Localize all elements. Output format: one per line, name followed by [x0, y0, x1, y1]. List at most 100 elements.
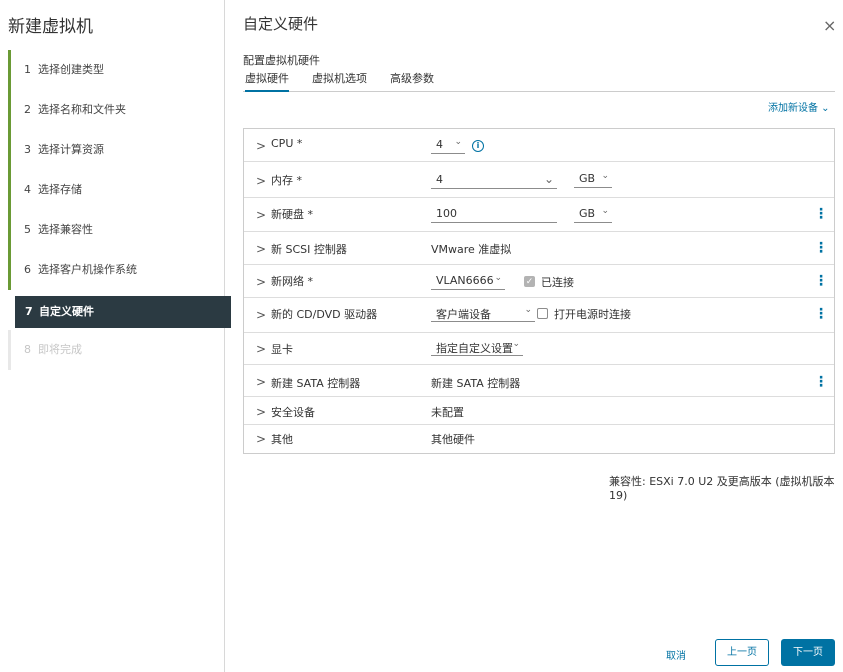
- hardware-row-security: > 安全设备 未配置: [244, 397, 834, 425]
- hardware-row-sata: > 新建 SATA 控制器 新建 SATA 控制器 ⋮: [244, 365, 834, 397]
- hardware-row-video: > 显卡 指定自定义设置 ⌄: [244, 333, 834, 365]
- chevron-right-icon[interactable]: >: [256, 242, 266, 256]
- step-5[interactable]: 5 选择兼容性: [8, 210, 225, 250]
- chevron-right-icon[interactable]: >: [256, 174, 266, 188]
- hardware-row-cdrom: > 新的 CD/DVD 驱动器 客户端设备 ⌄ 打开电源时连接 ⋮: [244, 298, 834, 333]
- memory-unit-select[interactable]: GB ⌄: [574, 171, 612, 188]
- chevron-down-icon: ⌄: [601, 206, 609, 216]
- compatibility-text: 兼容性: ESXi 7.0 U2 及更高版本 (虚拟机版本 19): [609, 475, 835, 502]
- power-on-connect-label: 打开电源时连接: [554, 308, 631, 321]
- chevron-right-icon[interactable]: >: [256, 375, 266, 389]
- chevron-right-icon[interactable]: >: [256, 432, 266, 446]
- vertical-ellipsis-icon[interactable]: ⋮: [814, 306, 828, 322]
- step-1[interactable]: 1 选择创建类型: [8, 50, 225, 90]
- hardware-row-memory: > 内存 * 4 ⌄ GB ⌄: [244, 162, 834, 198]
- disk-size-input[interactable]: 100: [431, 205, 557, 223]
- sata-value: 新建 SATA 控制器: [431, 377, 521, 390]
- disk-unit-select[interactable]: GB ⌄: [574, 206, 612, 223]
- tab-vm-options[interactable]: 虚拟机选项: [312, 70, 367, 92]
- add-new-device-button[interactable]: 添加新设备 ⌄: [768, 99, 830, 114]
- step-number: 2: [24, 103, 31, 116]
- step-3[interactable]: 3 选择计算资源: [8, 130, 225, 170]
- video-label: 显卡: [271, 343, 293, 356]
- other-value: 其他硬件: [431, 433, 475, 446]
- vertical-ellipsis-icon[interactable]: ⋮: [814, 273, 828, 289]
- hardware-row-disk: > 新硬盘 * 100 GB ⌄ ⋮: [244, 198, 834, 232]
- page-subtitle: 配置虚拟机硬件: [243, 54, 320, 67]
- step-number: 5: [24, 223, 31, 236]
- main-panel: 自定义硬件 × 配置虚拟机硬件 虚拟硬件 虚拟机选项 高级参数 添加新设备 ⌄ …: [226, 0, 843, 672]
- tab-virtual-hardware[interactable]: 虚拟硬件: [245, 70, 289, 92]
- cancel-button[interactable]: 取消: [666, 647, 686, 662]
- tab-bar: 虚拟硬件 虚拟机选项 高级参数: [243, 70, 835, 92]
- info-icon[interactable]: i: [472, 140, 484, 152]
- cpu-value: 4: [436, 138, 443, 151]
- next-button[interactable]: 下一页: [781, 639, 835, 666]
- memory-combobox[interactable]: 4 ⌄: [431, 171, 557, 189]
- step-label: 选择创建类型: [38, 63, 104, 76]
- disk-unit: GB: [579, 207, 596, 220]
- step-progress-bar: [8, 130, 11, 170]
- chevron-right-icon[interactable]: >: [256, 208, 266, 222]
- cpu-select[interactable]: 4 ⌄: [431, 137, 465, 154]
- vertical-ellipsis-icon[interactable]: ⋮: [814, 240, 828, 256]
- chevron-down-icon: ⌄: [524, 305, 532, 315]
- scsi-label: 新 SCSI 控制器: [271, 243, 347, 256]
- network-label: 新网络 *: [271, 275, 313, 288]
- connected-checkbox[interactable]: ✓: [524, 276, 535, 287]
- step-2[interactable]: 2 选择名称和文件夹: [8, 90, 225, 130]
- chevron-down-icon: ⌄: [512, 339, 520, 349]
- step-6[interactable]: 6 选择客户机操作系统: [8, 250, 225, 290]
- other-label: 其他: [271, 433, 293, 446]
- step-label: 自定义硬件: [39, 305, 94, 318]
- step-progress-bar: [8, 170, 11, 210]
- wizard-sidebar: 新建虚拟机 1 选择创建类型 2 选择名称和文件夹 3 选择计算资源 4 选择存储 5选…: [0, 0, 231, 672]
- step-4[interactable]: 4 选择存储: [8, 170, 225, 210]
- memory-unit: GB: [579, 172, 596, 185]
- step-number: 6: [24, 263, 31, 276]
- chevron-right-icon[interactable]: >: [256, 405, 266, 419]
- chevron-down-icon[interactable]: ⌄: [544, 170, 554, 188]
- step-label: 选择名称和文件夹: [38, 103, 126, 116]
- chevron-down-icon: ⌄: [454, 137, 462, 147]
- chevron-down-icon: ⌄: [494, 273, 502, 283]
- video-select[interactable]: 指定自定义设置 ⌄: [431, 339, 523, 356]
- wizard-title: 新建虚拟机: [8, 17, 93, 37]
- security-label: 安全设备: [271, 406, 315, 419]
- step-7-active[interactable]: 7 自定义硬件: [15, 296, 231, 328]
- network-value: VLAN6666: [436, 274, 494, 287]
- cdrom-label: 新的 CD/DVD 驱动器: [271, 308, 378, 321]
- step-label: 选择客户机操作系统: [38, 263, 137, 276]
- vertical-ellipsis-icon[interactable]: ⋮: [814, 206, 828, 222]
- hardware-row-cpu: > CPU * 4 ⌄ i: [244, 129, 834, 162]
- security-value: 未配置: [431, 406, 464, 419]
- step-progress-bar: [8, 50, 11, 90]
- hardware-row-other: > 其他 其他硬件: [244, 425, 834, 453]
- hardware-row-scsi: > 新 SCSI 控制器 VMware 准虚拟 ⋮: [244, 232, 834, 265]
- chevron-right-icon[interactable]: >: [256, 275, 266, 289]
- chevron-right-icon[interactable]: >: [256, 139, 266, 153]
- video-value: 指定自定义设置: [436, 342, 513, 355]
- step-progress-bar: [8, 90, 11, 130]
- step-number: 1: [24, 63, 31, 76]
- step-number: 8: [24, 343, 31, 356]
- sata-label: 新建 SATA 控制器: [271, 377, 361, 390]
- vertical-ellipsis-icon[interactable]: ⋮: [814, 374, 828, 390]
- network-select[interactable]: VLAN6666 ⌄: [431, 273, 505, 290]
- cpu-label: CPU *: [271, 137, 303, 150]
- cdrom-select[interactable]: 客户端设备 ⌄: [431, 305, 535, 322]
- chevron-right-icon[interactable]: >: [256, 342, 266, 356]
- hardware-row-network: > 新网络 * VLAN6666 ⌄ ✓ 已连接 ⋮: [244, 265, 834, 298]
- step-number: 3: [24, 143, 31, 156]
- back-button[interactable]: 上一页: [715, 639, 769, 666]
- tab-advanced-parameters[interactable]: 高级参数: [390, 70, 434, 92]
- step-label: 选择存储: [38, 183, 82, 196]
- chevron-down-icon: ⌄: [601, 171, 609, 181]
- step-8: 8 即将完成: [8, 330, 225, 370]
- power-on-connect-checkbox[interactable]: [537, 308, 548, 319]
- chevron-right-icon[interactable]: >: [256, 308, 266, 322]
- close-icon[interactable]: ×: [823, 16, 836, 35]
- step-label: 即将完成: [38, 343, 82, 356]
- page-title: 自定义硬件: [243, 15, 319, 33]
- wizard-steps: 1 选择创建类型 2 选择名称和文件夹 3 选择计算资源 4 选择存储 5 选择兼容性 6…: [8, 50, 231, 370]
